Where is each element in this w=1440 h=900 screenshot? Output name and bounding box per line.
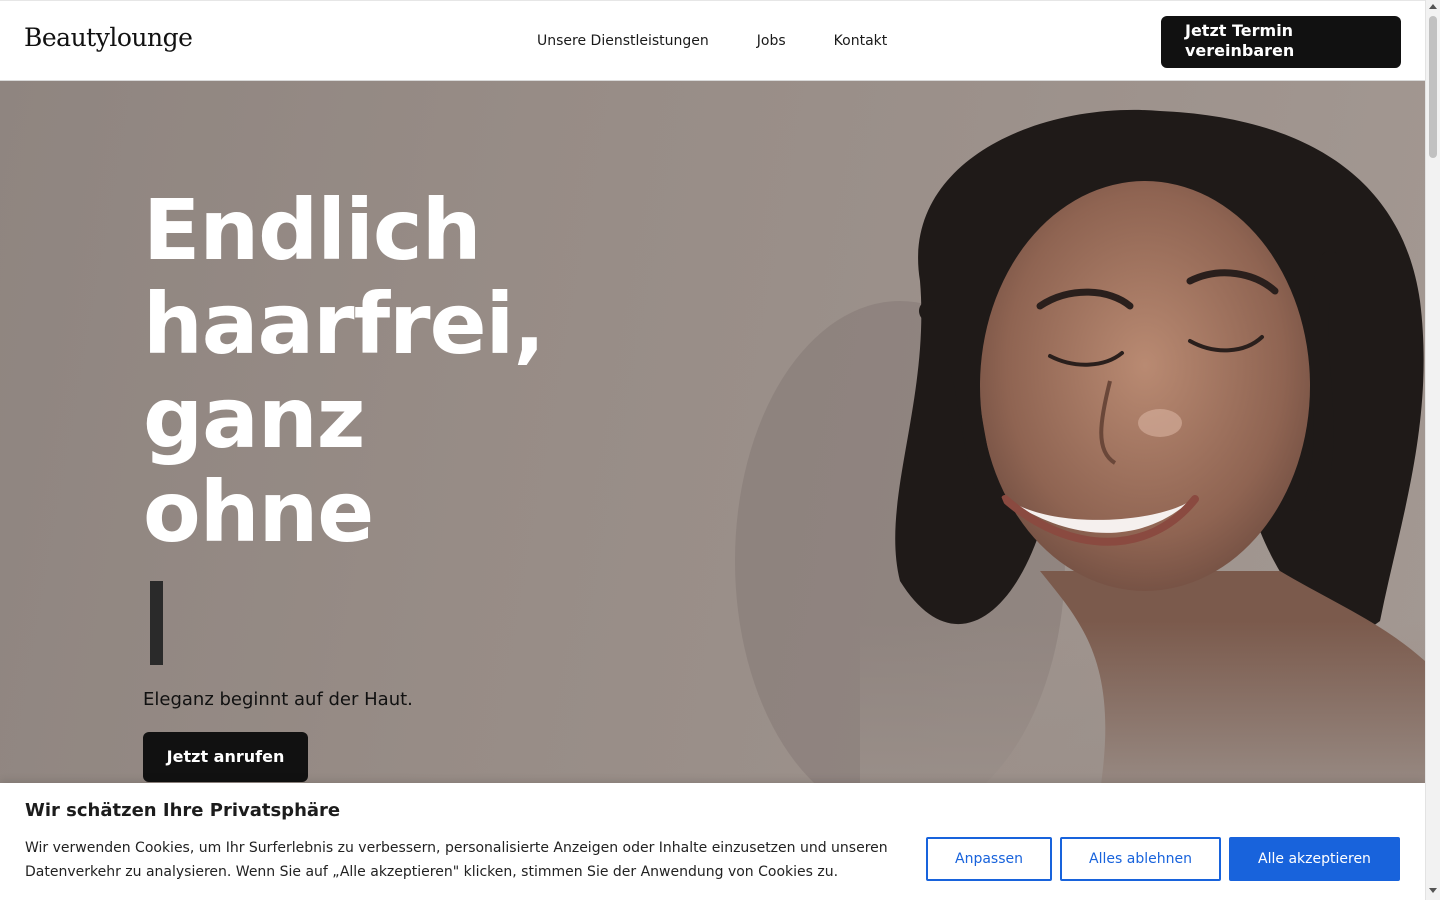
hero-section: Endlich haarfrei, ganz ohne Eleganz begi… [0, 81, 1425, 783]
cookie-banner-text: Wir verwenden Cookies, um Ihr Surferlebn… [25, 840, 888, 880]
call-now-button[interactable]: Jetzt anrufen [143, 732, 308, 782]
hero-headline-line: ganz [143, 369, 366, 467]
main-nav: Unsere Dienstleistungen Jobs Kontakt [537, 33, 887, 49]
scroll-down-arrow-icon[interactable] [1429, 888, 1437, 893]
hero-headline-line: Endlich [143, 181, 482, 279]
hero-headline-line: ohne [143, 463, 374, 561]
book-appointment-button[interactable]: Jetzt Termin vereinbaren [1161, 16, 1401, 68]
brand-logo[interactable]: Beautylounge [24, 23, 193, 52]
nav-link-contact[interactable]: Kontakt [834, 33, 888, 49]
cookie-banner-title: Wir schätzen Ihre Privatsphäre [25, 800, 341, 821]
scroll-up-arrow-icon[interactable] [1429, 4, 1437, 9]
hero-portrait-image [860, 109, 1425, 783]
nav-link-services[interactable]: Unsere Dienstleistungen [537, 33, 709, 49]
hero-tagline: Eleganz beginnt auf der Haut. [143, 689, 413, 710]
reject-all-cookies-button[interactable]: Alles ablehnen [1060, 837, 1221, 881]
hero-headline-line: haarfrei, [143, 275, 545, 373]
scrollbar-thumb[interactable] [1429, 16, 1437, 158]
nav-link-jobs[interactable]: Jobs [757, 33, 786, 49]
page-scrollbar[interactable] [1425, 0, 1440, 900]
customize-cookies-button[interactable]: Anpassen [926, 837, 1052, 881]
hero-headline: Endlich haarfrei, ganz ohne [143, 183, 703, 559]
site-header: Beautylounge Unsere Dienstleistungen Job… [0, 0, 1425, 81]
typing-cursor [150, 581, 163, 665]
accept-all-cookies-button[interactable]: Alle akzeptieren [1229, 837, 1400, 881]
cookie-consent-banner: Wir schätzen Ihre Privatsphäre Wir verwe… [0, 783, 1425, 900]
